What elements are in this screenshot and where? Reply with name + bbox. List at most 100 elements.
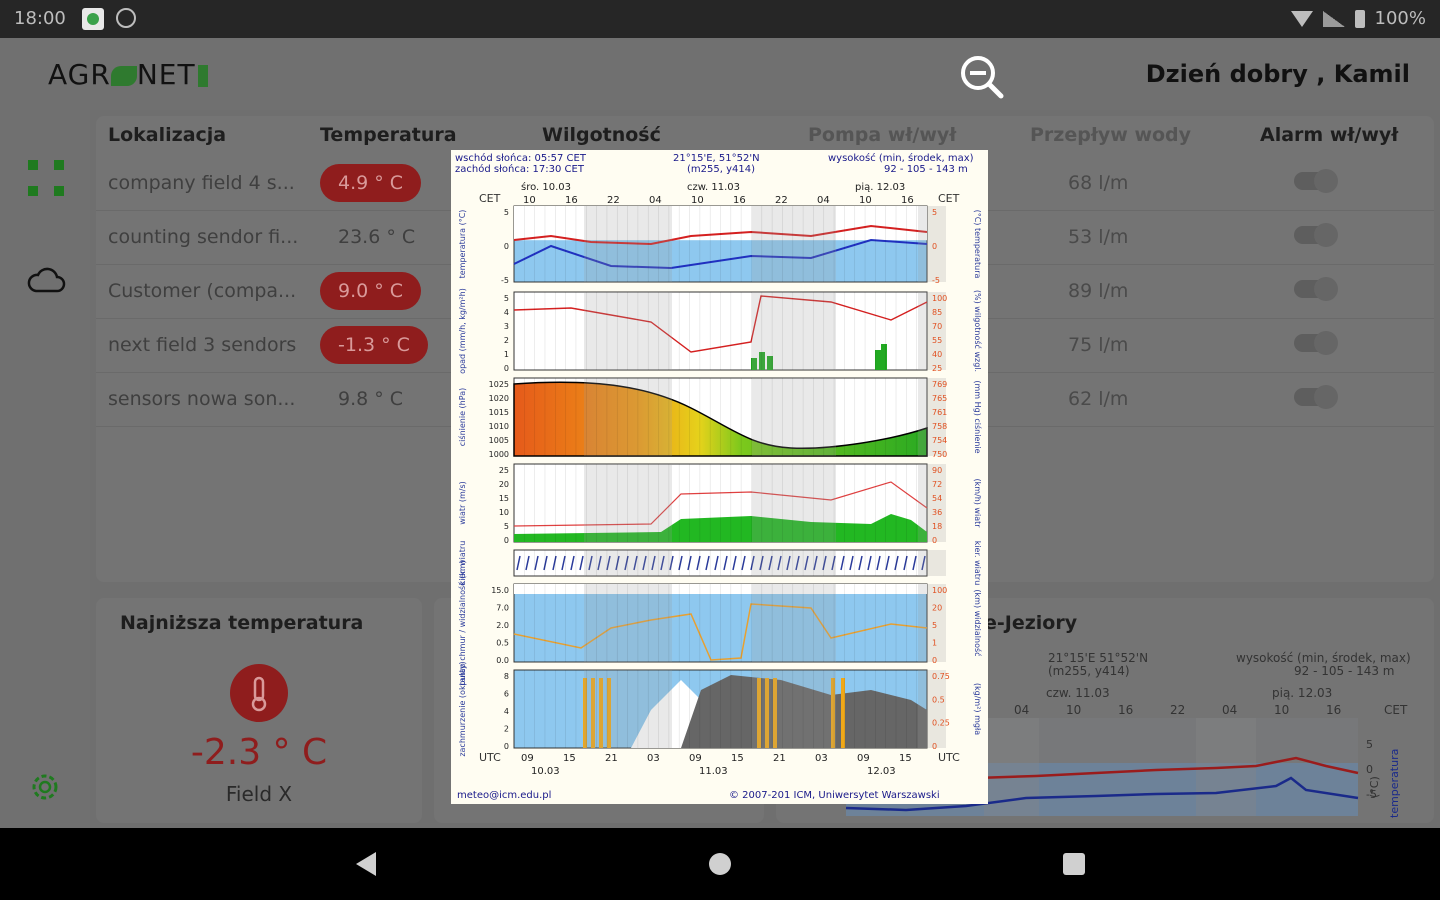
panel-right-tick: 85 — [932, 308, 942, 317]
mini-hours: 04 10 16 22 04 10 16 — [1014, 703, 1341, 717]
mini-yticks: 5 0 -5 — [1366, 738, 1377, 801]
coords-text: 21°15'E, 51°52'N — [673, 153, 760, 164]
panel-left-tick: 8 — [504, 672, 509, 681]
recent-apps-icon[interactable] — [1063, 853, 1085, 875]
cloud-icon[interactable] — [26, 265, 66, 295]
night-band — [752, 550, 836, 576]
panel-right-tick: 90 — [932, 466, 942, 475]
panel-right-tick: 769 — [932, 380, 947, 389]
app-header: AGR NET Dzień dobry , Kamil — [0, 38, 1440, 110]
meteogram-image[interactable]: wschód słońca: 05:57 CET zachód słońca: … — [451, 150, 988, 804]
back-icon[interactable] — [356, 852, 376, 876]
alarm-toggle[interactable] — [1294, 277, 1338, 301]
panel-left-tick: 1005 — [489, 436, 509, 445]
panel-left-tick: 6 — [504, 690, 509, 699]
panel-right-tick: 0.5 — [932, 695, 945, 704]
mini-height-values: 92 - 105 - 143 m — [1294, 664, 1395, 678]
panel-left-tick: 0.5 — [496, 639, 509, 648]
col-humidity: Wilgotność — [542, 124, 661, 146]
row-water-flow: 68 l/m — [1068, 172, 1129, 194]
alarm-toggle[interactable] — [1294, 169, 1338, 193]
mini-day-b: pią. 12.03 — [1272, 686, 1332, 700]
panel-right-tick: 0 — [932, 656, 937, 665]
panel-left-tick: 2 — [504, 336, 509, 345]
alarm-toggle[interactable] — [1294, 223, 1338, 247]
dashboard-grid-icon[interactable] — [26, 158, 66, 198]
panel-left-label: zachmurzenie (oktanty) — [458, 661, 467, 756]
night-band — [752, 584, 836, 662]
height-values: 92 - 105 - 143 m — [884, 164, 968, 175]
top-hour-label: 16 — [733, 195, 746, 206]
row-location: Customer (compa... — [108, 280, 297, 302]
panel-left-tick: 4 — [504, 308, 509, 317]
height-label: wysokość (min, środek, max) — [828, 152, 974, 164]
row-temperature: -1.3 ° C — [320, 326, 428, 364]
panel-left-label: ciśnienie (hPa) — [457, 388, 467, 446]
row-location: company field 4 s... — [108, 172, 295, 194]
night-band — [752, 464, 836, 542]
bottom-date: 10.03 — [531, 766, 560, 777]
night-band — [918, 670, 946, 748]
panel-right-tick: 0 — [932, 536, 937, 545]
grid-text: (m255, y414) — [687, 164, 755, 175]
panel-left-tick: 5 — [504, 294, 509, 303]
mini-ytick: 5 — [1366, 738, 1373, 751]
gear-icon[interactable] — [26, 768, 64, 806]
mini-hour-label: 04 — [1222, 703, 1237, 717]
row-water-flow: 62 l/m — [1068, 388, 1129, 410]
panel-right-tick: 55 — [932, 336, 942, 345]
top-hour-label: 04 — [649, 195, 662, 206]
panel-right-tick: 20 — [932, 604, 942, 613]
home-icon[interactable] — [709, 853, 731, 875]
meteogram-panel-6: zachmurzenie (oktanty) (kg/m²) mgła 8 6 4 2 0 0… — [458, 661, 982, 756]
status-bar: 18:00 100% — [0, 0, 1440, 38]
row-temperature: 9.0 ° C — [320, 272, 422, 310]
footer-copyright: © 2007-201 ICM, Uniwersytet Warszawski — [729, 790, 940, 801]
leaf-icon — [110, 66, 137, 86]
night-band — [752, 378, 836, 456]
alarm-toggle[interactable] — [1294, 385, 1338, 409]
zoom-out-icon[interactable] — [958, 53, 1004, 99]
day-label: pią. 12.03 — [855, 182, 905, 193]
night-band — [752, 206, 836, 282]
panel-left-label: wiatr (m/s) — [458, 481, 467, 525]
greeting: Dzień dobry , Kamil — [1145, 60, 1410, 88]
panel-right-tick: 765 — [932, 394, 947, 403]
panel-right-label: (km) widzialność — [973, 589, 983, 656]
min-temp-card: Najniższa temperatura -2.3 ° C Field X — [96, 598, 422, 823]
night-band — [752, 670, 836, 748]
panel-left-tick: 25 — [499, 466, 509, 475]
alarm-toggle[interactable] — [1294, 331, 1338, 355]
bottom-hour-label: 09 — [521, 753, 534, 764]
panel-left-label: opad (mm/h, kg/m²h) — [458, 288, 467, 374]
precip-bar — [881, 344, 887, 370]
sidebar — [0, 110, 90, 828]
mini-height-label: wysokość (min, środek, max) — [1236, 651, 1411, 665]
app-notification-icon — [82, 8, 104, 30]
logo-text-a: AGR — [48, 58, 111, 91]
panel-right-tick: 0 — [932, 742, 937, 751]
bottom-hour-label: 15 — [899, 753, 912, 764]
bottom-hour-label: 15 — [731, 753, 744, 764]
bottom-hour-label: 03 — [647, 753, 660, 764]
panel-left-tick: 20 — [499, 480, 509, 489]
meteogram-panel-3: wiatr (m/s) (km/h) wiatr 25 20 15 10 5 0 90 72 54 3… — [458, 463, 982, 545]
meteogram-panel-0: temperatura (°C) (°C) temperatura 5 0 -5 5 0 -5 — [458, 205, 982, 285]
panel-right-tick: 18 — [932, 522, 942, 531]
panel-right-tick: 100 — [932, 294, 947, 303]
mini-day-a: czw. 11.03 — [1046, 686, 1110, 700]
precip-bar — [875, 350, 881, 370]
row-location: sensors nowa son... — [108, 388, 296, 410]
panel-left-tick: 0.0 — [496, 656, 509, 665]
battery-icon — [1354, 9, 1365, 28]
panel-right-label: kier. wiatru — [973, 541, 982, 586]
footer-email: meteo@icm.edu.pl — [457, 790, 551, 801]
panel-left-tick: -5 — [501, 276, 509, 285]
panel-right-label: (%) wilgotność wzgl. — [973, 290, 983, 372]
row-temperature: 4.9 ° C — [320, 164, 422, 202]
panel-right-tick: 100 — [932, 586, 947, 595]
col-water-flow: Przepływ wody — [1030, 124, 1192, 146]
mini-hour-label: 22 — [1170, 703, 1185, 717]
row-location: counting sendor fi... — [108, 226, 299, 248]
mini-ytick: -5 — [1366, 788, 1377, 801]
